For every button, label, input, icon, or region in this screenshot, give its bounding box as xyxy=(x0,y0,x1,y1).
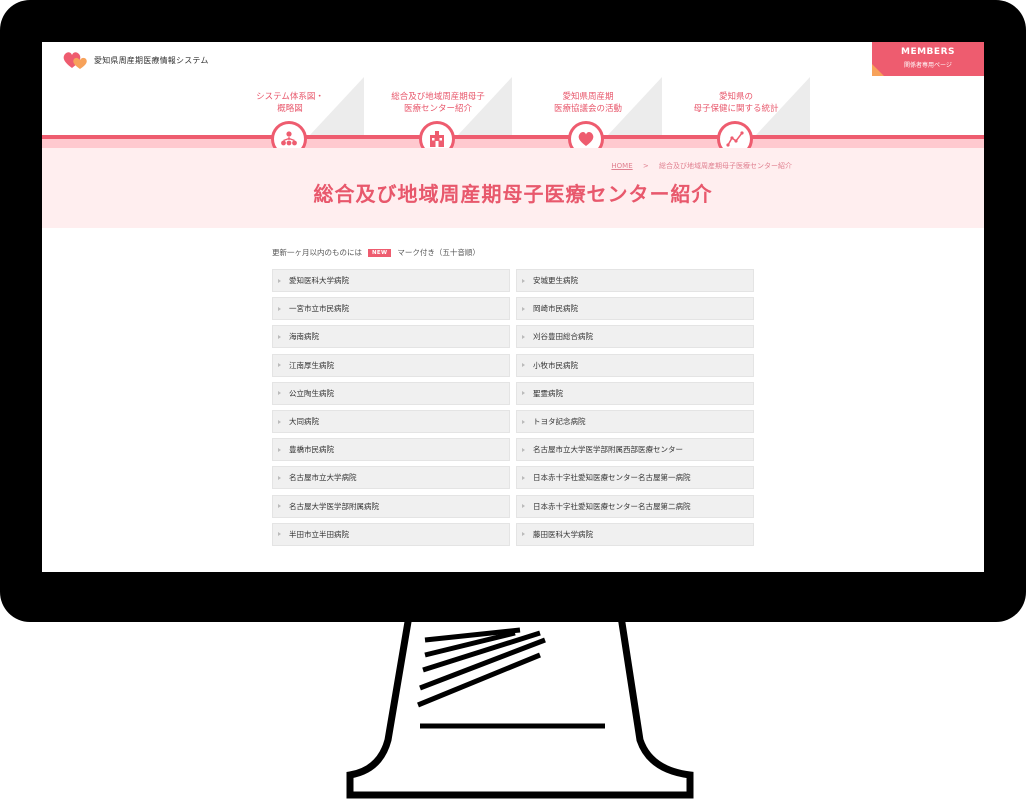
new-badge: NEW xyxy=(368,248,392,257)
hospital-name: 安城更生病院 xyxy=(533,276,578,285)
caret-right-icon xyxy=(278,504,281,509)
hospital-name: 海南病院 xyxy=(289,332,319,342)
list-item[interactable]: 聖霊病院 xyxy=(516,381,754,405)
caret-right-icon xyxy=(522,278,525,283)
hospital-name: 江南厚生病院 xyxy=(289,360,334,370)
nav-label: 愛知県周産期 医療協議会の活動 xyxy=(553,92,622,114)
hospital-name: トヨタ記念病院 xyxy=(533,417,586,426)
caret-right-icon xyxy=(522,391,525,396)
nav-label: システム体系図・ 概略図 xyxy=(256,92,324,114)
caret-right-icon xyxy=(278,475,281,480)
list-item[interactable]: 江南厚生病院 xyxy=(272,353,510,377)
hospital-name: 半田市立半田病院 xyxy=(289,529,349,539)
hospital-name: 藤田医科大学病院 xyxy=(533,529,593,539)
caret-right-icon xyxy=(522,504,525,509)
hospital-name: 公立陶生病院 xyxy=(289,388,334,398)
list-item[interactable]: 名古屋市立大学病院 xyxy=(272,466,510,490)
members-title: MEMBERS xyxy=(901,47,955,57)
hospital-name: 名古屋大学医学部附属病院 xyxy=(289,501,379,511)
list-item[interactable]: 日本赤十字社愛知医療センター名古屋第二病院 xyxy=(516,494,754,518)
members-button[interactable]: MEMBERS 関係者専用ページ xyxy=(872,42,984,76)
site-logo[interactable]: 愛知県周産期医療情報システム xyxy=(62,50,209,70)
notice-text-after: マーク付き（五十音順） xyxy=(397,248,480,257)
caret-right-icon xyxy=(522,447,525,452)
caret-right-icon xyxy=(278,391,281,396)
hospital-name: 大同病院 xyxy=(289,417,319,426)
caret-right-icon xyxy=(278,334,281,339)
list-item[interactable]: 名古屋大学医学部附属病院 xyxy=(272,494,510,518)
caret-right-icon xyxy=(278,278,281,283)
site-header: 愛知県周産期医療情報システム MEMBERS 関係者専用ページ xyxy=(42,42,984,78)
list-item[interactable]: 豊橋市民病院 xyxy=(272,438,510,462)
hospital-name: 岡崎市民病院 xyxy=(533,304,578,314)
caret-right-icon xyxy=(522,306,525,311)
list-item[interactable]: 刈谷豊田総合病院 xyxy=(516,325,754,349)
hospital-name: 名古屋市立大学医学部附属西部医療センター xyxy=(533,445,683,455)
list-item[interactable]: 日本赤十字社愛知医療センター名古屋第一病院 xyxy=(516,466,754,490)
hospital-name: 愛知医科大学病院 xyxy=(289,276,349,285)
hospital-name: 日本赤十字社愛知医療センター名古屋第二病院 xyxy=(533,501,691,511)
monitor-bezel: 愛知県周産期医療情報システム MEMBERS 関係者専用ページ システム体系図・… xyxy=(0,0,1026,622)
list-item[interactable]: 小牧市民病院 xyxy=(516,353,754,377)
caret-right-icon xyxy=(522,363,525,368)
caret-right-icon xyxy=(278,419,281,424)
list-item[interactable]: 大同病院 xyxy=(272,410,510,433)
list-item[interactable]: 名古屋市立大学医学部附属西部医療センター xyxy=(516,438,754,462)
breadcrumb: HOME > 総合及び地域周産期母子医療センター紹介 xyxy=(611,161,792,171)
breadcrumb-current: 総合及び地域周産期母子医療センター紹介 xyxy=(659,162,792,170)
list-item[interactable]: 安城更生病院 xyxy=(516,269,754,292)
page-hero: HOME > 総合及び地域周産期母子医療センター紹介 総合及び地域周産期母子医療… xyxy=(42,148,984,228)
caret-right-icon xyxy=(522,475,525,480)
hospital-name: 聖霊病院 xyxy=(533,388,563,398)
page-title: 総合及び地域周産期母子医療センター紹介 xyxy=(313,182,713,206)
list-item[interactable]: 海南病院 xyxy=(272,325,510,349)
list-item[interactable]: 藤田医科大学病院 xyxy=(516,522,754,546)
nav-label: 愛知県の 母子保健に関する統計 xyxy=(693,92,779,114)
browser-screen: 愛知県周産期医療情報システム MEMBERS 関係者専用ページ システム体系図・… xyxy=(42,42,984,572)
nav-label: 総合及び地域周産期母子 医療センター紹介 xyxy=(391,92,485,114)
caret-right-icon xyxy=(278,532,281,537)
notice-text-before: 更新一ヶ月以内のものには xyxy=(272,248,362,257)
caret-right-icon xyxy=(278,363,281,368)
nav-accent-band xyxy=(42,139,984,148)
hearts-logo-icon xyxy=(63,52,87,69)
caret-right-icon xyxy=(522,334,525,339)
hospital-name: 一宮市立市民病院 xyxy=(289,304,349,314)
list-item[interactable]: トヨタ記念病院 xyxy=(516,410,754,433)
members-subtitle: 関係者専用ページ xyxy=(904,62,952,69)
hospital-name: 刈谷豊田総合病院 xyxy=(533,332,593,342)
site-name: 愛知県周産期医療情報システム xyxy=(94,55,209,65)
members-corner-decoration xyxy=(872,64,884,76)
list-item[interactable]: 公立陶生病院 xyxy=(272,381,510,405)
caret-right-icon xyxy=(522,419,525,424)
caret-right-icon xyxy=(522,532,525,537)
caret-right-icon xyxy=(278,306,281,311)
list-item[interactable]: 愛知医科大学病院 xyxy=(272,269,510,292)
list-item[interactable]: 一宮市立市民病院 xyxy=(272,297,510,321)
breadcrumb-separator: > xyxy=(642,162,649,170)
hospital-name: 豊橋市民病院 xyxy=(289,445,334,455)
hospital-name: 名古屋市立大学病院 xyxy=(289,473,357,483)
hospital-name: 日本赤十字社愛知医療センター名古屋第一病院 xyxy=(533,473,691,483)
hospital-name: 小牧市民病院 xyxy=(533,360,578,370)
list-item[interactable]: 半田市立半田病院 xyxy=(272,522,510,546)
list-item[interactable]: 岡崎市民病院 xyxy=(516,297,754,321)
breadcrumb-home-link[interactable]: HOME xyxy=(611,162,632,170)
caret-right-icon xyxy=(278,447,281,452)
update-notice: 更新一ヶ月以内のものには NEW マーク付き（五十音順） xyxy=(272,247,480,258)
